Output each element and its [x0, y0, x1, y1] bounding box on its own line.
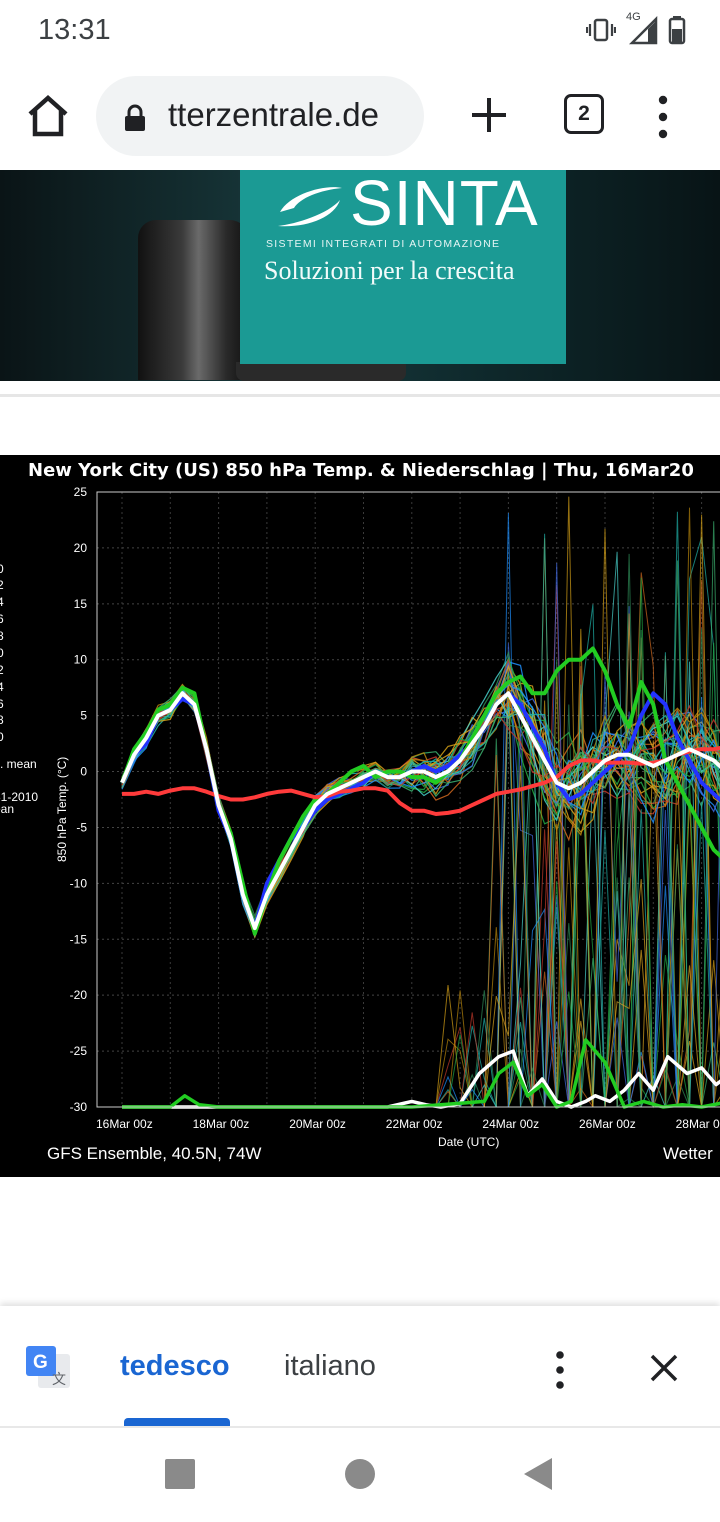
system-nav-bar	[0, 1426, 720, 1522]
legend-fragment: 4	[0, 595, 4, 609]
ad-slogan: Soluzioni per la crescita	[264, 256, 515, 285]
x-axis-label: Date (UTC)	[438, 1135, 499, 1149]
ad-banner[interactable]: SINTA SISTEMI INTEGRATI DI AUTOMAZIONE S…	[0, 170, 720, 381]
x-tick-label: 24Mar 00z	[482, 1117, 539, 1131]
legend-fragment: s. mean	[0, 757, 37, 771]
ad-device-base	[236, 362, 406, 381]
y-tick-label: 10	[74, 653, 88, 667]
legend-fragment: 2	[0, 663, 4, 677]
y-tick-label: -25	[70, 1044, 88, 1058]
y-axis-label: 850 hPa Temp. (°C)	[55, 757, 69, 862]
status-time: 13:31	[38, 14, 111, 46]
y-tick-label: -5	[76, 820, 87, 834]
sinta-logo-icon	[278, 187, 342, 227]
translate-bar: G 文 tedesco italiano	[0, 1306, 720, 1426]
more-vert-icon[interactable]	[548, 1350, 572, 1390]
x-tick-label: 22Mar 00z	[386, 1117, 443, 1131]
tab-switcher-icon: 2	[564, 94, 604, 134]
legend-fragment: 0	[0, 646, 4, 660]
y-tick-label: -30	[70, 1100, 88, 1114]
more-vert-icon[interactable]	[648, 94, 678, 140]
legend-fragment: 0	[0, 730, 4, 744]
legend-fragment: 6	[0, 612, 4, 626]
status-bar: 13:31 4G	[0, 0, 720, 64]
ad-device-image	[138, 220, 248, 380]
chart-svg: 2520151050-5-10-15-20-25-3016Mar 00z 18Ma…	[0, 460, 720, 1163]
chart-footer-right: Wetter	[663, 1144, 713, 1163]
y-tick-label: -20	[70, 988, 88, 1002]
plot-frame	[96, 491, 720, 1108]
chart-footer-left: GFS Ensemble, 40.5N, 74W	[47, 1144, 261, 1163]
tab-source-language[interactable]: tedesco	[120, 1350, 230, 1383]
url-text: tterzentrale.de	[168, 96, 379, 133]
home-circle-icon[interactable]	[344, 1458, 376, 1490]
legend-fragment: 4	[0, 680, 4, 694]
legend-fragment: 2	[0, 578, 4, 592]
legend-fragment: 0	[0, 562, 4, 576]
y-tick-label: 15	[74, 597, 88, 611]
legend-fragment: ean	[0, 802, 14, 816]
y-tick-label: 20	[74, 541, 88, 555]
ad-brand-panel: SINTA SISTEMI INTEGRATI DI AUTOMAZIONE S…	[240, 170, 566, 364]
y-tick-label: 0	[80, 765, 87, 779]
lock-icon	[125, 104, 145, 131]
y-tick-label: -15	[70, 932, 88, 946]
ensemble-chart: 25 20 15 10 5 0 -5 -10 -15 -20 -25 -30 16Mar 00z 18Ma…	[0, 455, 720, 1177]
legend-fragment: 8	[0, 713, 4, 727]
close-icon[interactable]	[648, 1352, 680, 1384]
tab-target-language[interactable]: italiano	[284, 1350, 376, 1383]
chart-title: New York City (US) 850 hPa Temp. & Niede…	[28, 460, 694, 481]
x-tick-label: 26Mar 00z	[579, 1117, 636, 1131]
ad-subtitle: SISTEMI INTEGRATI DI AUTOMAZIONE	[266, 238, 501, 250]
y-tick-label: 5	[80, 709, 87, 723]
vibrate-icon	[586, 18, 616, 42]
status-icons: 4G	[586, 11, 686, 46]
x-tick-label: 18Mar 00z	[193, 1117, 250, 1131]
plus-icon[interactable]	[466, 92, 512, 138]
x-tick-label: 16Mar 00z	[96, 1117, 153, 1131]
y-tick-label: 25	[74, 485, 88, 499]
signal-icon: 4G	[626, 11, 658, 45]
x-tick-label: 28Mar 00z	[676, 1117, 720, 1131]
battery-icon	[668, 16, 686, 45]
browser-toolbar: tterzentrale.de 2	[0, 64, 720, 170]
recents-icon[interactable]	[164, 1458, 196, 1490]
divider	[0, 394, 720, 397]
y-tick-label: -10	[70, 876, 88, 890]
svg-text:G: G	[33, 1352, 48, 1373]
back-icon[interactable]	[522, 1456, 554, 1492]
ad-brand: SINTA	[350, 170, 539, 239]
home-icon[interactable]	[24, 92, 72, 140]
google-translate-icon: G 文	[26, 1346, 70, 1388]
x-tick-label: 20Mar 00z	[289, 1117, 346, 1131]
legend-fragment: 6	[0, 697, 4, 711]
url-bar[interactable]: tterzentrale.de	[96, 76, 424, 156]
legend-fragment: 8	[0, 629, 4, 643]
legend-fragment: 02468024680s. mean31-2010ean	[0, 562, 38, 816]
tab-switcher-button[interactable]: 2	[564, 94, 604, 134]
svg-text:文: 文	[52, 1372, 66, 1388]
active-tab-indicator	[124, 1418, 230, 1426]
